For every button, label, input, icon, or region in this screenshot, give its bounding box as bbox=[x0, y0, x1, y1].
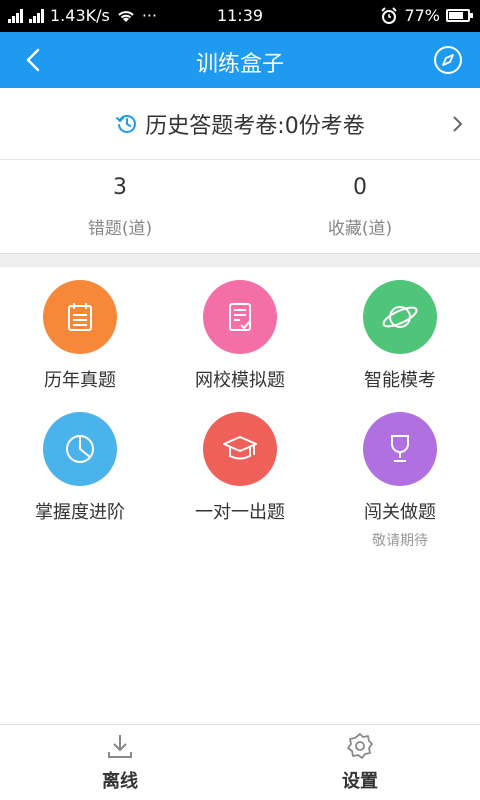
tile-level-challenge[interactable]: 闯关做题 敬请期待 bbox=[320, 412, 480, 550]
history-content: 历史答题考卷:0份考卷 bbox=[0, 108, 480, 140]
compass-icon[interactable] bbox=[432, 44, 464, 76]
section-divider bbox=[0, 253, 480, 267]
tile-mastery-advance[interactable]: 掌握度进阶 bbox=[0, 412, 160, 524]
nav-label: 设置 bbox=[342, 771, 378, 792]
document-check-icon bbox=[229, 303, 251, 331]
tile-mock-exams[interactable]: 网校模拟题 bbox=[160, 280, 320, 392]
graduation-cap-icon bbox=[223, 436, 257, 460]
pie-chart-icon bbox=[66, 435, 94, 463]
tile-smart-exam[interactable]: 智能模考 bbox=[320, 280, 480, 392]
tile-label: 闯关做题 bbox=[364, 502, 436, 523]
bottom-nav: 离线 设置 bbox=[0, 724, 480, 800]
download-icon bbox=[108, 735, 132, 758]
stat-value: 0 bbox=[353, 175, 367, 200]
status-bar: 1.43K/s ··· 11:39 77% bbox=[0, 0, 480, 32]
battery-percent: 77% bbox=[404, 6, 440, 25]
stat-wrong-questions[interactable]: 3 错题(道) bbox=[0, 175, 240, 239]
coming-soon-label: 敬请期待 bbox=[372, 533, 428, 549]
chevron-right-icon bbox=[453, 116, 463, 132]
app-header: 训练盒子 bbox=[0, 32, 480, 88]
calendar-icon bbox=[68, 303, 92, 331]
stat-label: 错题(道) bbox=[87, 219, 153, 239]
tile-past-exams[interactable]: 历年真题 bbox=[0, 280, 160, 392]
stat-label: 收藏(道) bbox=[327, 219, 393, 239]
page-title: 训练盒子 bbox=[195, 52, 284, 77]
gear-icon bbox=[347, 733, 373, 759]
tile-label: 掌握度进阶 bbox=[35, 502, 125, 523]
tile-icon-circle bbox=[203, 412, 277, 486]
stats-section: 3 错题(道) 0 收藏(道) bbox=[0, 161, 480, 253]
trophy-icon bbox=[391, 435, 409, 462]
tile-icon-circle bbox=[43, 412, 117, 486]
tile-label: 历年真题 bbox=[44, 370, 116, 391]
history-exams-row[interactable]: 历史答题考卷:0份考卷 bbox=[0, 88, 480, 160]
stat-value: 3 bbox=[113, 175, 127, 200]
battery-icon bbox=[446, 9, 473, 22]
tile-icon-circle bbox=[203, 280, 277, 354]
nav-offline[interactable]: 离线 bbox=[0, 731, 240, 793]
tile-icon-circle bbox=[363, 412, 437, 486]
planet-icon bbox=[382, 306, 418, 328]
tile-icon-circle bbox=[43, 280, 117, 354]
alarm-icon bbox=[381, 6, 398, 24]
nav-settings[interactable]: 设置 bbox=[240, 731, 480, 793]
status-right: 77% bbox=[380, 6, 473, 25]
history-label: 历史答题考卷:0份考卷 bbox=[145, 114, 365, 139]
tile-label: 一对一出题 bbox=[195, 502, 285, 523]
battery-fill bbox=[449, 12, 463, 19]
tile-icon-circle bbox=[363, 280, 437, 354]
history-clock-icon bbox=[116, 115, 137, 133]
tile-one-on-one[interactable]: 一对一出题 bbox=[160, 412, 320, 524]
nav-label: 离线 bbox=[102, 771, 138, 792]
tile-label: 智能模考 bbox=[364, 370, 436, 391]
stat-favorites[interactable]: 0 收藏(道) bbox=[240, 175, 480, 239]
tile-label: 网校模拟题 bbox=[195, 370, 285, 391]
